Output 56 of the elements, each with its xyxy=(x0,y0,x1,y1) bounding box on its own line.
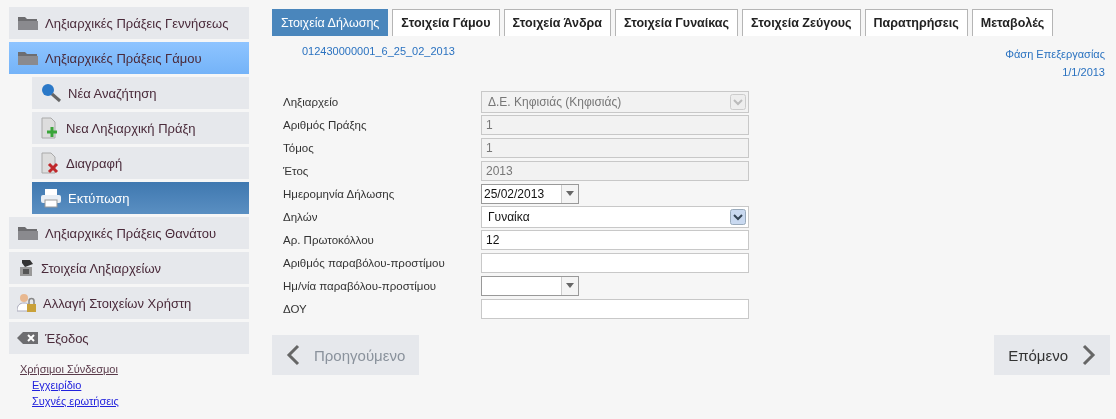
sidebar-item[interactable]: Ληξιαρχικές Πράξεις Γάμου xyxy=(9,42,249,74)
phase-label: Φάση Επεξεργασίας xyxy=(1005,47,1105,62)
printer-icon xyxy=(40,188,62,208)
search-icon xyxy=(40,83,62,103)
tab[interactable]: Στοιχεία Γάμου xyxy=(392,9,500,36)
field-label: Δηλών xyxy=(283,210,319,223)
tab[interactable]: Μεταβολές xyxy=(971,9,1054,36)
backspace-icon xyxy=(17,331,39,345)
date-field[interactable] xyxy=(481,275,579,296)
date-field[interactable]: 25/02/2013 xyxy=(481,183,579,204)
field-label: Αριθμός παραβόλου-προστίμου xyxy=(283,256,446,269)
tab[interactable]: Στοιχεία Ζεύγους xyxy=(742,9,861,36)
add-document-icon xyxy=(40,117,60,139)
user-lock-icon xyxy=(17,293,37,313)
caret-icon xyxy=(566,283,574,288)
tab[interactable]: Στοιχεία Δήλωσης xyxy=(272,9,389,36)
field-label: Αρ. Πρωτοκόλλου xyxy=(283,233,375,246)
field-label: ΔΟΥ xyxy=(283,302,308,315)
folder-icon xyxy=(17,225,39,241)
field-label: Τόμος xyxy=(283,141,315,154)
input-field[interactable]: 12 xyxy=(481,229,749,250)
caret-icon xyxy=(566,191,574,196)
dropdown-icon xyxy=(730,208,746,225)
phase-date: 1/1/2013 xyxy=(1062,65,1105,80)
delete-document-icon xyxy=(40,152,60,174)
stamp-icon xyxy=(17,259,35,277)
tab[interactable]: Στοιχεία Γυναίκας xyxy=(614,9,738,36)
field-label: Έτος xyxy=(283,164,310,177)
field-label: Ημ/νία παραβόλου-προστίμου xyxy=(283,279,438,292)
help-link[interactable]: Εγχειρίδιο xyxy=(32,377,82,393)
sidebar-item[interactable]: Ληξιαρχικές Πράξεις Γεννήσεως xyxy=(9,7,249,39)
sidebar-item[interactable]: Ληξιαρχικές Πράξεις Θανάτου xyxy=(9,217,249,249)
chevron-right-icon xyxy=(1082,344,1096,366)
sidebar-item[interactable]: Στοιχεία Ληξιαρχείων xyxy=(9,252,249,284)
field-label: Ημερομηνία Δήλωσης xyxy=(283,187,396,200)
tab[interactable]: Στοιχεία Άνδρα xyxy=(503,9,611,36)
field-label: Αριθμός Πράξης xyxy=(283,118,368,131)
field-label: Ληξιαρχείο xyxy=(283,95,340,108)
useful-links-link[interactable]: Χρήσιμοι Σύνδεσμοι xyxy=(20,361,118,377)
chevron-left-icon xyxy=(286,344,300,366)
select-field[interactable]: Γυναίκα xyxy=(481,205,749,228)
record-id: 012430000001_6_25_02_2013 xyxy=(302,45,455,59)
dropdown-icon xyxy=(730,93,746,110)
help-link[interactable]: Συχνές ερωτήσεις xyxy=(32,393,119,409)
submenu-item[interactable]: Νέα Αναζήτηση xyxy=(32,77,249,109)
sidebar-item[interactable]: Αλλαγή Στοιχείων Χρήστη xyxy=(9,287,249,319)
folder-icon xyxy=(17,15,39,31)
folder-icon xyxy=(17,50,39,66)
sidebar-item[interactable]: Έξοδος xyxy=(9,322,249,354)
submenu-item[interactable]: Διαγραφή xyxy=(32,147,249,179)
submenu-item[interactable]: Εκτύπωση xyxy=(32,182,249,214)
input-field[interactable] xyxy=(481,252,749,273)
tab[interactable]: Παρατηρήσεις xyxy=(864,9,968,36)
next-button[interactable]: Επόμενο xyxy=(994,335,1110,375)
submenu-item[interactable]: Νεα Ληξιαρχική Πράξη xyxy=(32,112,249,144)
input-field[interactable] xyxy=(481,298,749,319)
